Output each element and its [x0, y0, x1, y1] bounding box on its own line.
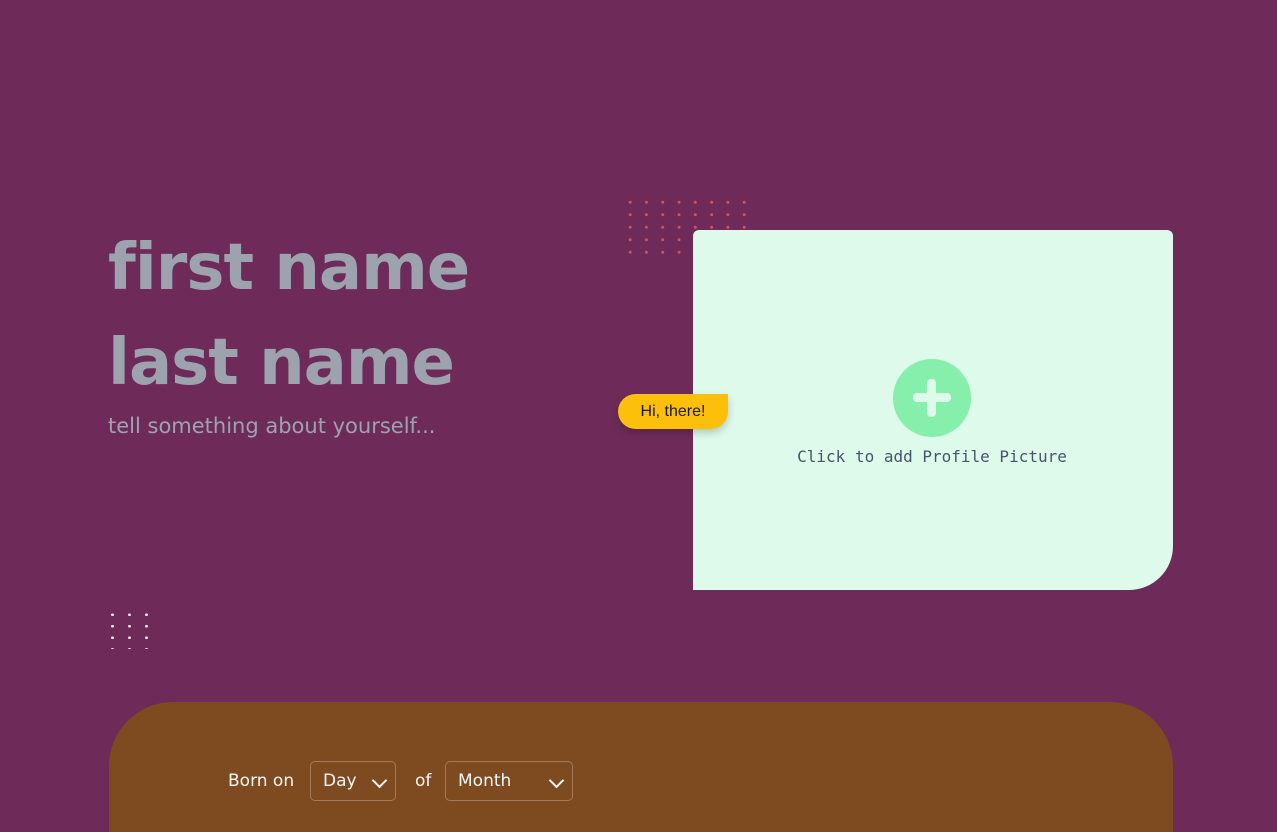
plus-icon[interactable] [893, 359, 971, 437]
birthday-panel: Born on Day of Month [109, 702, 1173, 832]
greeting-tag: Hi, there! [618, 394, 728, 429]
first-name-input[interactable] [108, 226, 588, 310]
profile-picture-caption: Click to add Profile Picture [797, 447, 1067, 466]
profile-page: Click to add Profile Picture Hi, there! … [0, 0, 1277, 832]
bio-input[interactable] [108, 410, 528, 442]
chevron-down-icon [548, 772, 565, 789]
of-label: of [415, 771, 432, 791]
day-select[interactable]: Day [310, 761, 396, 801]
profile-picture-upload[interactable]: Click to add Profile Picture [693, 230, 1173, 590]
month-select-value: Month [458, 771, 512, 791]
month-select[interactable]: Month [445, 761, 573, 801]
born-on-label: Born on [228, 771, 295, 791]
decorative-dot-grid-small [104, 609, 152, 649]
last-name-input[interactable] [108, 321, 588, 405]
day-select-value: Day [323, 771, 357, 791]
chevron-down-icon [371, 772, 388, 789]
